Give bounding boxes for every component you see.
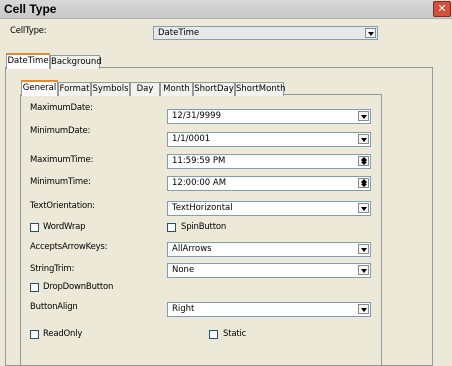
text-orientation-select[interactable]: TextHorizontal [167, 201, 371, 216]
minimum-date-label: MinimumDate: [30, 126, 91, 136]
word-wrap-checkbox[interactable] [30, 223, 39, 232]
tab-shortday[interactable]: ShortDay [193, 82, 235, 96]
chevron-down-icon [358, 134, 369, 144]
chevron-down-icon [358, 304, 369, 314]
chevron-down-icon [365, 28, 376, 38]
spin-updown-icon[interactable] [358, 178, 369, 188]
chevron-down-icon [358, 265, 369, 275]
celltype-select[interactable]: DateTime [153, 26, 378, 40]
close-icon: ✕ [437, 2, 447, 15]
tab-day[interactable]: Day [130, 82, 160, 96]
button-align-value: Right [172, 304, 195, 314]
word-wrap-label: WordWrap [43, 222, 86, 232]
tab-datetime[interactable]: DateTime [6, 53, 50, 69]
minimum-time-value: 12:00:00 AM [172, 178, 227, 188]
accepts-arrow-keys-label: AcceptsArrowKeys: [30, 242, 108, 252]
maximum-time-spin[interactable]: 11:59:59 PM [167, 154, 371, 169]
spin-updown-icon[interactable] [358, 156, 369, 166]
chevron-down-icon [358, 111, 369, 121]
tab-general[interactable]: General [21, 80, 58, 96]
title-bar: Cell Type ✕ [0, 0, 452, 19]
maximum-date-value: 12/31/9999 [172, 111, 221, 121]
static-checkbox[interactable] [209, 330, 218, 339]
tab-symbols[interactable]: Symbols [91, 82, 130, 96]
chevron-down-icon [358, 244, 369, 254]
celltype-value: DateTime [158, 28, 200, 38]
string-trim-value: None [172, 265, 195, 275]
text-orientation-value: TextHorizontal [172, 203, 233, 213]
drop-down-button-checkbox[interactable] [30, 283, 39, 292]
button-align-select[interactable]: Right [167, 302, 371, 317]
tab-background[interactable]: Background [50, 55, 102, 69]
read-only-label: ReadOnly [43, 329, 83, 339]
close-button[interactable]: ✕ [433, 1, 451, 17]
read-only-checkbox[interactable] [30, 330, 39, 339]
button-align-label: ButtonAlign [30, 302, 78, 312]
string-trim-label: StringTrim: [30, 264, 75, 274]
window-title: Cell Type [4, 2, 57, 16]
maximum-time-label: MaximumTime: [30, 155, 94, 165]
tab-shortmonth[interactable]: ShortMonth [235, 82, 285, 96]
maximum-date-label: MaximumDate: [30, 103, 93, 113]
minimum-date-select[interactable]: 1/1/0001 [167, 132, 371, 147]
minimum-time-spin[interactable]: 12:00:00 AM [167, 176, 371, 191]
minimum-date-value: 1/1/0001 [172, 134, 211, 144]
static-label: Static [223, 329, 247, 339]
spin-button-checkbox[interactable] [167, 223, 176, 232]
string-trim-select[interactable]: None [167, 263, 371, 278]
minimum-time-label: MinimumTime: [30, 177, 91, 187]
drop-down-button-label: DropDownButton [43, 282, 114, 292]
tab-format[interactable]: Format [58, 82, 91, 96]
cell-type-dialog: Cell Type ✕ CellType: DateTime DateTime … [0, 0, 452, 366]
spin-button-label: SpinButton [181, 222, 227, 232]
maximum-time-value: 11:59:59 PM [172, 156, 226, 166]
celltype-label: CellType: [10, 26, 47, 36]
text-orientation-label: TextOrientation: [30, 201, 95, 211]
tab-month[interactable]: Month [160, 82, 193, 96]
maximum-date-select[interactable]: 12/31/9999 [167, 109, 371, 124]
accepts-arrow-keys-select[interactable]: AllArrows [167, 242, 371, 257]
accepts-arrow-keys-value: AllArrows [172, 244, 212, 254]
chevron-down-icon [358, 203, 369, 213]
